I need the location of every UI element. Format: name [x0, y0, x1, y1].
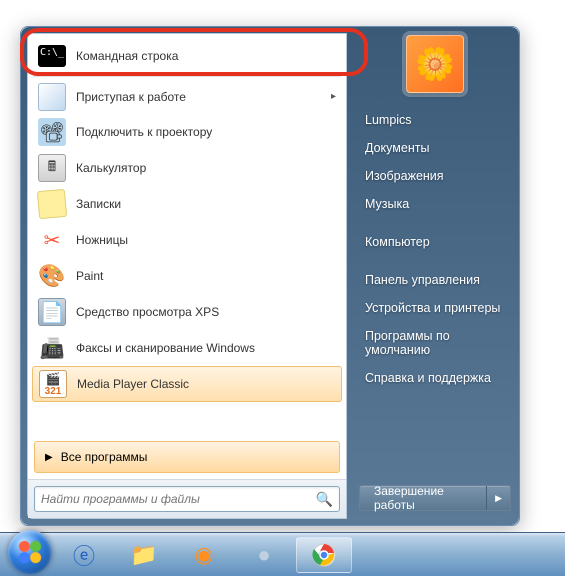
program-label: Калькулятор: [76, 161, 146, 175]
program-label: Ножницы: [76, 233, 128, 247]
taskbar-app-icon[interactable]: ●: [236, 537, 292, 573]
program-label: Приступая к работе: [76, 90, 186, 104]
start-menu-left-panel: C:\_ Командная строка Приступая к работе 📽 П…: [27, 33, 347, 519]
program-label: Записки: [76, 197, 121, 211]
taskbar-explorer-icon[interactable]: 📁: [116, 537, 172, 573]
search-input[interactable]: [41, 492, 316, 506]
cmd-icon: C:\_: [38, 45, 66, 67]
right-link[interactable]: Документы: [355, 135, 515, 161]
program-item-snip[interactable]: ✂ Ножницы: [32, 222, 342, 258]
start-button[interactable]: [8, 530, 52, 574]
search-row: 🔍: [28, 479, 346, 518]
right-link[interactable]: Справка и поддержка: [355, 365, 515, 391]
program-item-xps[interactable]: 📄 Средство просмотра XPS: [32, 294, 342, 330]
program-label: Media Player Classic: [77, 377, 189, 391]
snip-icon: ✂: [38, 226, 66, 254]
paint-icon: 🎨: [38, 262, 66, 290]
mpc-icon: 321: [39, 370, 67, 398]
right-link[interactable]: Музыка: [355, 191, 515, 217]
program-label: Подключить к проектору: [76, 125, 212, 139]
right-link[interactable]: Компьютер: [355, 229, 515, 255]
program-item-start[interactable]: Приступая к работе: [32, 76, 342, 114]
taskbar: ⓔ 📁 ◉ ●: [0, 532, 565, 576]
taskbar-wmp-icon[interactable]: ◉: [176, 537, 232, 573]
notes-icon: [37, 189, 67, 219]
start-icon: [38, 83, 66, 111]
program-list: C:\_ Командная строка Приступая к работе 📽 П…: [28, 34, 346, 439]
proj-icon: 📽: [38, 118, 66, 146]
program-label: Paint: [76, 269, 103, 283]
right-link[interactable]: Изображения: [355, 163, 515, 189]
right-link[interactable]: Lumpics: [355, 107, 515, 133]
start-menu-right-panel: 🌼 LumpicsДокументыИзображенияМузыка Компь…: [347, 27, 519, 525]
shutdown-button[interactable]: Завершение работы ▶: [359, 485, 511, 511]
program-item-fax[interactable]: 📠 Факсы и сканирование Windows: [32, 330, 342, 366]
all-programs-button[interactable]: ▶ Все программы: [34, 441, 340, 473]
program-item-mpc[interactable]: 321 Media Player Classic: [32, 366, 342, 402]
all-programs-arrow-icon: ▶: [45, 452, 53, 463]
fax-icon: 📠: [38, 334, 66, 362]
program-label: Командная строка: [76, 49, 178, 63]
shutdown-row: Завершение работы ▶: [355, 479, 515, 517]
program-item-proj[interactable]: 📽 Подключить к проектору: [32, 114, 342, 150]
search-icon: 🔍: [316, 491, 333, 508]
program-item-cmd[interactable]: C:\_ Командная строка: [32, 38, 342, 74]
right-link[interactable]: Программы по умолчанию: [355, 323, 515, 363]
calc-icon: 🖩: [38, 154, 66, 182]
taskbar-ie-icon[interactable]: ⓔ: [56, 537, 112, 573]
right-links: LumpicsДокументыИзображенияМузыка Компьют…: [355, 107, 515, 391]
program-label: Факсы и сканирование Windows: [76, 341, 255, 355]
right-link[interactable]: Панель управления: [355, 267, 515, 293]
shutdown-options-arrow-icon[interactable]: ▶: [486, 486, 510, 510]
shutdown-label: Завершение работы: [360, 484, 486, 512]
xps-icon: 📄: [38, 298, 66, 326]
program-item-paint[interactable]: 🎨 Paint: [32, 258, 342, 294]
program-label: Средство просмотра XPS: [76, 305, 219, 319]
user-avatar[interactable]: 🌼: [406, 35, 464, 93]
start-menu: C:\_ Командная строка Приступая к работе 📽 П…: [20, 26, 520, 526]
program-item-notes[interactable]: Записки: [32, 186, 342, 222]
search-box[interactable]: 🔍: [34, 486, 340, 512]
right-link[interactable]: Устройства и принтеры: [355, 295, 515, 321]
taskbar-chrome-icon[interactable]: [296, 537, 352, 573]
all-programs-label: Все программы: [61, 450, 148, 464]
program-item-calc[interactable]: 🖩 Калькулятор: [32, 150, 342, 186]
